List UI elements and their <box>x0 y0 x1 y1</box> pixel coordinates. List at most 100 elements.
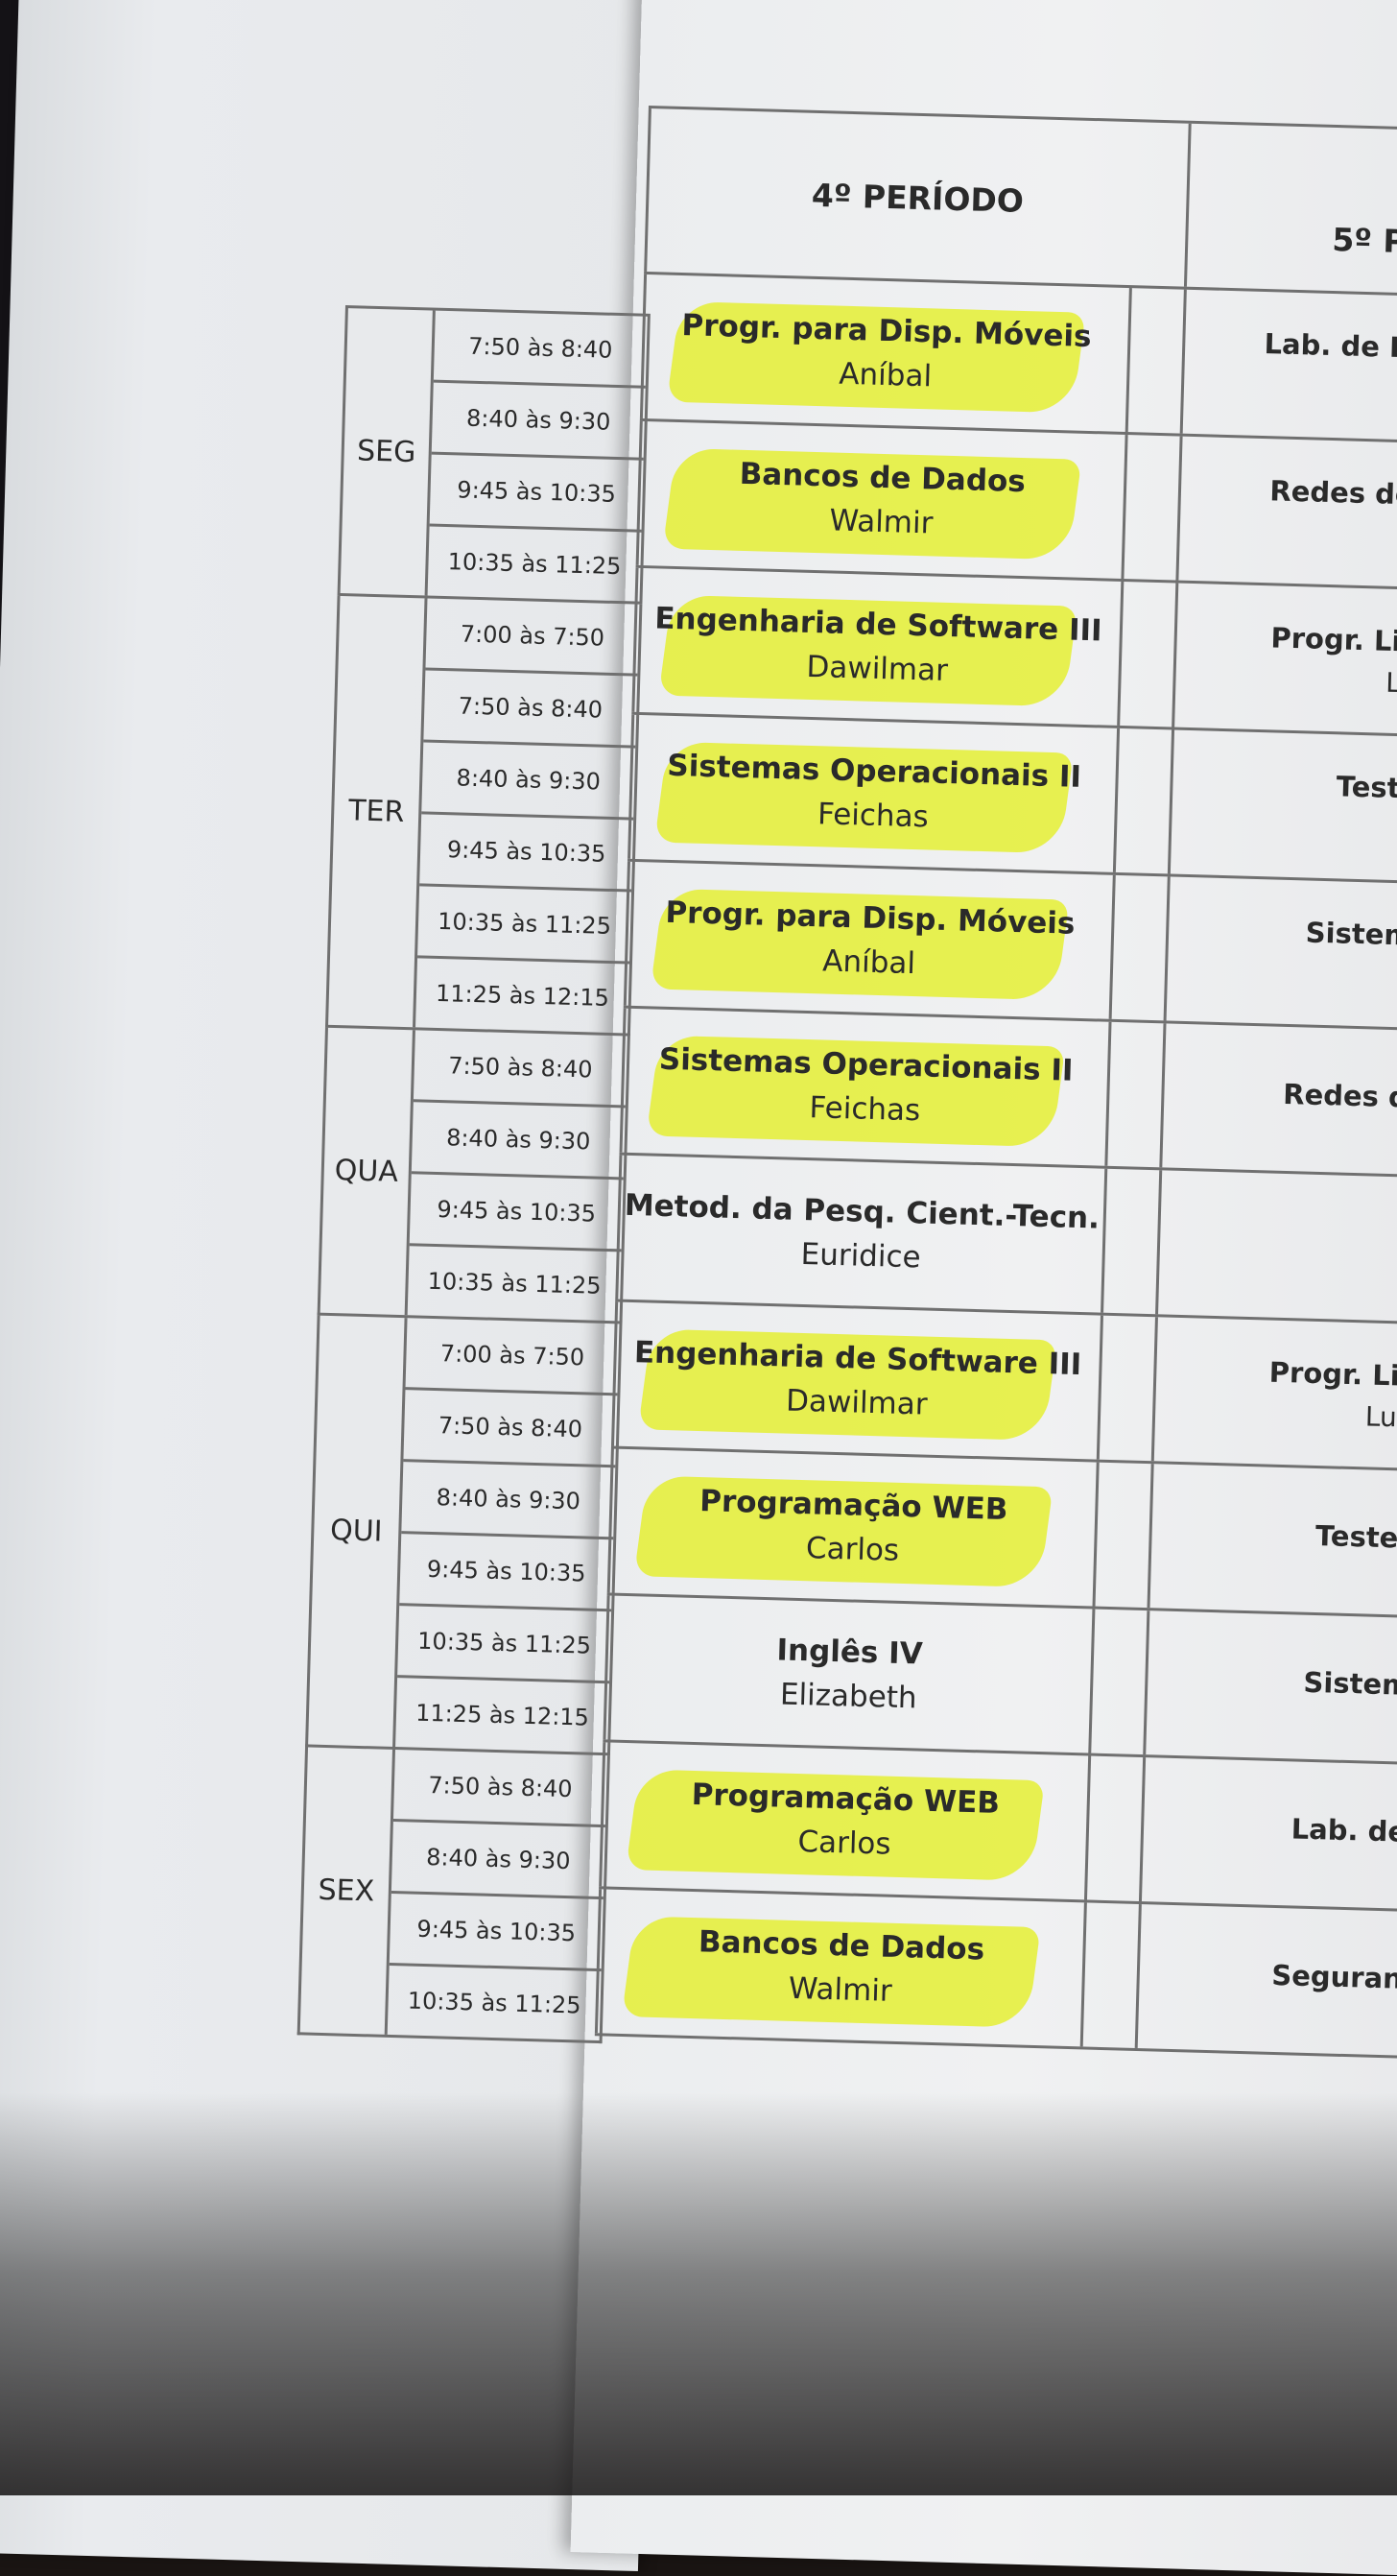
time-slot: 11:25 às 12:15 <box>435 979 610 1012</box>
time-slot: 9:45 às 10:35 <box>409 1174 624 1252</box>
subject-title: Inglês IV <box>776 1633 924 1672</box>
subject-cell: Programação WEB Carlos <box>606 1448 1100 1607</box>
empty-cell <box>1124 435 1183 581</box>
day-block: QUI 7:00 às 7:50 7:50 às 8:40 8:40 às 9:30 9… <box>305 1315 623 1756</box>
period-5-subject-title: Testes <box>1314 1518 1397 1555</box>
subject-cell: Programação WEB Carlos <box>599 1742 1092 1900</box>
day-block: SEX 7:50 às 8:40 8:40 às 9:30 9:45 às 10:35… <box>296 1747 610 2044</box>
time-slots: 7:50 às 8:40 8:40 às 9:30 9:45 às 10:35 10:… <box>428 310 648 602</box>
period-5-subject-title: Redes de C <box>1268 473 1397 512</box>
period-5-cell: Seguran <box>1138 1904 1397 2056</box>
time-slot: 9:45 às 10:35 <box>389 1893 604 1972</box>
period-5-subject-title: Redes de <box>1282 1077 1397 1115</box>
time-slot: 10:35 às 11:25 <box>447 548 622 581</box>
period-5-subject-teacher: Luis <box>1385 666 1397 700</box>
day-block: QUA 7:50 às 8:40 8:40 às 9:30 9:45 às 10:35… <box>317 1027 630 1324</box>
subject-cell: Engenharia de Software III Dawilmar <box>610 1301 1103 1460</box>
time-slot: 7:50 às 8:40 <box>403 1390 618 1468</box>
time-slot: 10:35 às 11:25 <box>407 1987 581 2019</box>
subject-row: Progr. para Disp. Móveis Aníbal Lab. de En… <box>639 274 1397 444</box>
period-5-cell: Redes de <box>1162 1023 1397 1175</box>
period-5-subject-title: Seguran <box>1270 1958 1397 1995</box>
time-slot: 8:40 às 9:30 <box>431 382 646 461</box>
subject-cell: Bancos de Dados Walmir <box>635 420 1128 580</box>
empty-cell <box>1115 727 1175 874</box>
period-5-subject-title: Testes <box>1336 769 1397 805</box>
time-slot: 9:45 às 10:35 <box>399 1534 614 1612</box>
subject-rows: Progr. para Disp. Móveis Aníbal Lab. de En… <box>594 274 1397 2059</box>
period-5-subject-title: Lab. de <box>1290 1812 1397 1849</box>
period-5-subject-title: Progr. Line <box>1270 620 1397 658</box>
time-slot: 8:40 às 9:30 <box>401 1462 616 1540</box>
period-5-cell: Sistem <box>1146 1610 1397 1762</box>
subject-teacher: Feichas <box>817 797 930 835</box>
subject-teacher: Carlos <box>796 1825 892 1862</box>
time-slot: 7:00 às 7:50 <box>405 1318 620 1396</box>
time-slot: 8:40 às 9:30 <box>421 742 636 821</box>
subject-cell: Sistemas Operacionais II Feichas <box>627 714 1121 872</box>
period-5-cell: Testes <box>1150 1464 1397 1615</box>
day-label: QUA <box>320 1027 415 1316</box>
empty-cell <box>1111 874 1171 1021</box>
empty-cell <box>1103 1168 1163 1315</box>
subject-cell: Metod. da Pesq. Cient.-Tecn. Euridice <box>615 1155 1108 1313</box>
subject-row: Engenharia de Software III Dawilmar Progr.… <box>631 567 1397 738</box>
subject-cell: Bancos de Dados Walmir <box>594 1889 1087 2047</box>
subject-row: Metod. da Pesq. Cient.-Tecn.Euridice IE <box>615 1155 1397 1324</box>
period-5-cell: Progr. Line Luis <box>1174 584 1397 735</box>
subject-row: Sistemas Operacionais IIFeichas TestesDa <box>627 714 1397 885</box>
period-5-cell: SistemaF <box>1167 876 1397 1028</box>
empty-cell <box>1099 1315 1158 1462</box>
period-5-cell: TestesDa <box>1171 730 1397 882</box>
day-label: QUI <box>308 1315 408 1748</box>
empty-cell <box>1107 1021 1167 1168</box>
time-slot: 9:45 às 10:35 <box>419 814 634 893</box>
day-block: TER 7:00 às 7:50 7:50 às 8:40 8:40 às 9:30 9… <box>324 595 643 1037</box>
period-header-row: 4º PERÍODO 5º P <box>644 106 1397 298</box>
subject-teacher: Aníbal <box>838 356 933 394</box>
time-slots: 7:50 às 8:40 8:40 às 9:30 9:45 às 10:35 10:… <box>408 1030 627 1321</box>
period-5-subject-title: Lab. de Eng <box>1264 326 1397 365</box>
subject-schedule-grid: 4º PERÍODO 5º P Progr. para Disp. Móveis… <box>594 106 1397 2059</box>
period-5-subject-title: Progr. Lin <box>1268 1355 1397 1393</box>
subject-cell: Progr. para Disp. Móveis Aníbal <box>623 861 1116 1019</box>
subject-teacher: Elizabeth <box>779 1677 918 1716</box>
period-5-cell: Redes de CW <box>1178 437 1397 588</box>
period-5-cell: IE <box>1158 1170 1397 1322</box>
time-slot: 10:35 às 11:25 <box>427 1267 602 1300</box>
subject-cell: Engenharia de Software III Dawilmar <box>631 567 1125 726</box>
period-5-cell: Lab. de EngW <box>1183 290 1397 441</box>
subject-title: Metod. da Pesq. Cient.-Tecn. <box>624 1187 1101 1236</box>
empty-cell <box>1082 1902 1142 2049</box>
day-block: SEG 7:50 às 8:40 8:40 às 9:30 9:45 às 10:35… <box>337 305 651 605</box>
subject-cell: Sistemas Operacionais II Feichas <box>619 1008 1112 1166</box>
time-slot: 7:00 às 7:50 <box>425 598 640 677</box>
time-slot: 7:50 às 8:40 <box>413 1030 627 1109</box>
empty-cell <box>1095 1462 1154 1609</box>
period-5-subject-title: Sistem <box>1303 1665 1397 1702</box>
subject-row: Engenharia de Software III Dawilmar Progr.… <box>610 1301 1397 1471</box>
empty-cell <box>1120 582 1179 727</box>
period-4-header: 4º PERÍODO <box>644 107 1192 287</box>
subject-row: Inglês IV Elizabeth Sistem <box>603 1595 1397 1765</box>
subject-teacher: Feichas <box>809 1090 921 1129</box>
time-slot: 10:35 às 11:25 <box>417 886 632 965</box>
subject-row: Programação WEB Carlos Testes <box>606 1448 1397 1618</box>
empty-cell <box>1086 1755 1147 1902</box>
time-slot: 9:45 às 10:35 <box>429 454 644 533</box>
subject-teacher: Euridice <box>800 1236 922 1276</box>
empty-cell <box>1127 288 1187 434</box>
time-slot: 11:25 às 12:15 <box>414 1699 590 1731</box>
day-label: TER <box>328 595 428 1028</box>
period-5-cell: Lab. de <box>1142 1757 1397 1909</box>
time-slots: 7:00 às 7:50 7:50 às 8:40 8:40 às 9:30 9:45… <box>415 598 640 1034</box>
subject-teacher: Carlos <box>805 1531 900 1568</box>
time-slot: 8:40 às 9:30 <box>391 1822 605 1900</box>
time-slot: 7:50 às 8:40 <box>392 1750 607 1828</box>
subject-teacher: Walmir <box>788 1970 893 2009</box>
empty-cell <box>1091 1609 1150 1755</box>
subject-teacher: Dawilmar <box>806 649 949 688</box>
period-5-header: 5º P <box>1331 220 1397 261</box>
subject-teacher: Dawilmar <box>785 1383 929 1422</box>
period-5-cell: Progr. Lin Luis <box>1154 1317 1397 1468</box>
